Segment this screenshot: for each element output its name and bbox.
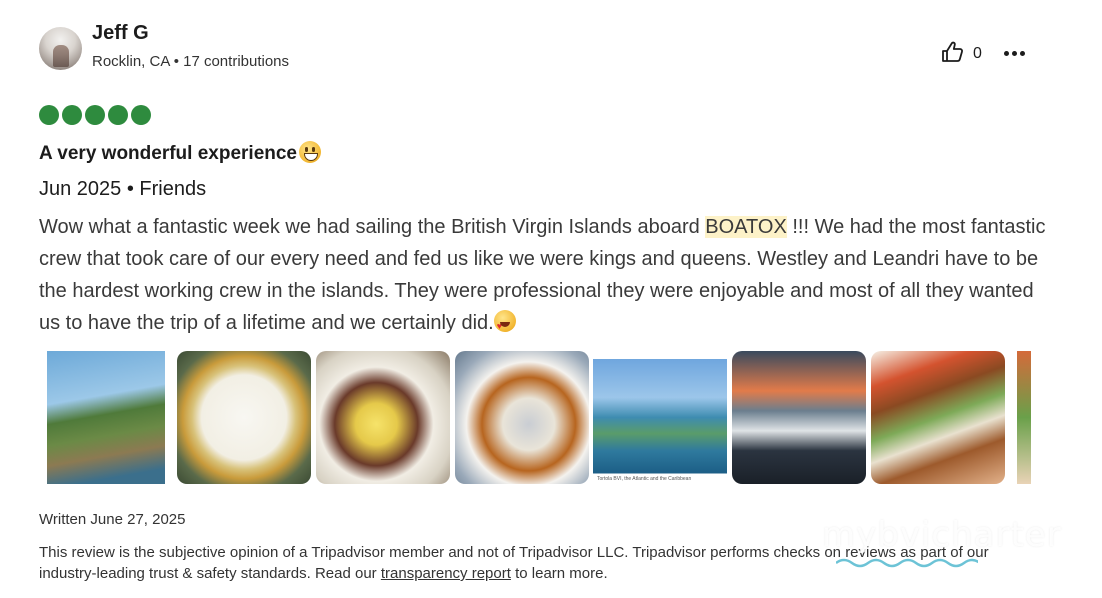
more-options-button[interactable] (1000, 42, 1028, 64)
user-meta: Rocklin, CA • 17 contributions (92, 53, 290, 70)
thumbs-up-icon (941, 41, 965, 68)
review-photo-3[interactable] (316, 351, 450, 484)
more-dot (1003, 50, 1009, 56)
disclaimer-text-2: to learn more. (510, 565, 608, 582)
smile-emoji-icon (299, 141, 322, 163)
more-dot (1011, 50, 1017, 56)
review-photo-5[interactable]: Tortola BVI, the Atlantic and the Caribb… (593, 351, 727, 484)
review-title-row: A very wonderful experience (39, 141, 322, 165)
user-name[interactable]: Jeff G (92, 22, 149, 45)
watermark-logo: mybvicharter (822, 515, 1062, 555)
photo-caption: Tortola BVI, the Atlantic and the Caribb… (597, 476, 692, 482)
review-photo-1[interactable] (47, 351, 165, 484)
rating-bubble (62, 105, 82, 125)
review-photo-4[interactable] (455, 351, 589, 484)
helpful-count: 0 (973, 45, 982, 62)
helpful-vote-button[interactable]: 0 (941, 40, 989, 68)
transparency-report-link[interactable]: transparency report (381, 565, 511, 582)
rating-bubble (39, 105, 59, 125)
review-text-part1: Wow what a fantastic week we had sailing… (39, 216, 706, 238)
review-photo-6[interactable] (732, 351, 866, 484)
rating-bubbles (39, 105, 151, 125)
user-avatar[interactable] (39, 27, 82, 70)
more-dot (1019, 50, 1025, 56)
avatar-figure (53, 45, 69, 67)
review-photo-8[interactable] (1017, 351, 1031, 484)
review-photo-7[interactable] (871, 351, 1005, 484)
rating-bubble (108, 105, 128, 125)
rating-bubble (85, 105, 105, 125)
rating-bubble (131, 105, 151, 125)
trip-date-type: Jun 2025 • Friends (39, 178, 207, 200)
review-body: Wow what a fantastic week we had sailing… (39, 211, 1049, 342)
review-title: A very wonderful experience (39, 143, 298, 164)
review-photo-2[interactable] (177, 351, 311, 484)
heart-eyes-emoji-icon (493, 310, 516, 342)
review-photo-strip: Tortola BVI, the Atlantic and the Caribb… (47, 351, 1031, 484)
highlighted-keyword: BOATOX (705, 216, 787, 238)
written-date: Written June 27, 2025 (39, 511, 186, 528)
watermark-wave-icon (836, 558, 978, 568)
